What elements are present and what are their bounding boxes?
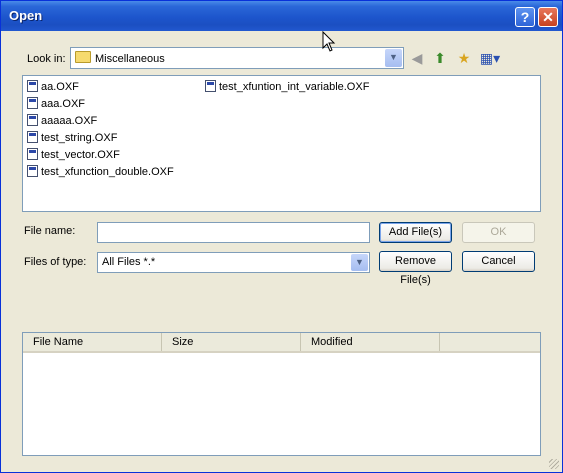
resize-grip-icon[interactable]: [549, 459, 559, 469]
help-icon: ?: [520, 9, 530, 25]
file-icon: [27, 165, 38, 177]
title-bar[interactable]: Open ? ✕: [1, 1, 562, 31]
cancel-button[interactable]: Cancel: [462, 251, 535, 272]
files-of-type-label: Files of type:: [24, 256, 87, 268]
look-in-value: Miscellaneous: [95, 53, 165, 65]
files-of-type-combo[interactable]: All Files *.* ▼: [97, 252, 370, 273]
file-icon: [27, 97, 38, 109]
column-modified[interactable]: Modified: [301, 333, 440, 351]
look-in-label: Look in:: [27, 53, 66, 65]
list-item[interactable]: test_xfuntion_int_variable.OXF: [205, 79, 369, 95]
list-item[interactable]: test_xfunction_double.OXF: [27, 164, 174, 180]
chevron-down-icon[interactable]: ▼: [351, 254, 368, 271]
close-button[interactable]: ✕: [538, 7, 558, 27]
look-in-combo[interactable]: Miscellaneous ▼: [70, 47, 404, 69]
new-folder-icon[interactable]: ★: [455, 49, 473, 67]
file-icon: [27, 80, 38, 92]
files-of-type-value: All Files *.*: [102, 256, 156, 268]
close-icon: ✕: [542, 9, 554, 25]
list-item[interactable]: aa.OXF: [27, 79, 79, 95]
column-file-name[interactable]: File Name: [23, 333, 162, 351]
file-icon: [27, 148, 38, 160]
mouse-cursor-icon: [322, 31, 336, 52]
view-menu-icon[interactable]: ▦▾: [479, 49, 501, 67]
add-files-button[interactable]: Add File(s): [379, 222, 452, 243]
file-icon: [205, 80, 216, 92]
help-button[interactable]: ?: [515, 7, 535, 27]
folder-icon: [75, 51, 91, 63]
list-item[interactable]: aaa.OXF: [27, 96, 85, 112]
up-folder-icon[interactable]: ⬆: [431, 49, 449, 67]
chevron-down-icon[interactable]: ▼: [385, 49, 402, 67]
ok-button[interactable]: OK: [462, 222, 535, 243]
file-icon: [27, 114, 38, 126]
list-item[interactable]: test_vector.OXF: [27, 147, 120, 163]
file-list[interactable]: aa.OXF aaa.OXF aaaaa.OXF test_string.OXF…: [22, 75, 541, 212]
list-item[interactable]: test_string.OXF: [27, 130, 117, 146]
file-name-input[interactable]: [97, 222, 370, 243]
table-header: File Name Size Modified: [23, 333, 540, 353]
file-name-label: File name:: [24, 225, 76, 237]
remove-files-button[interactable]: Remove File(s): [379, 251, 452, 286]
file-icon: [27, 131, 38, 143]
window-title: Open: [9, 8, 43, 23]
selected-files-table[interactable]: File Name Size Modified: [22, 332, 541, 456]
column-size[interactable]: Size: [162, 333, 301, 351]
open-dialog: Open ? ✕ Look in: Miscellaneous ▼ ◀ ⬆ ★ …: [0, 0, 563, 473]
list-item[interactable]: aaaaa.OXF: [27, 113, 97, 129]
back-icon[interactable]: ◀: [408, 49, 426, 67]
